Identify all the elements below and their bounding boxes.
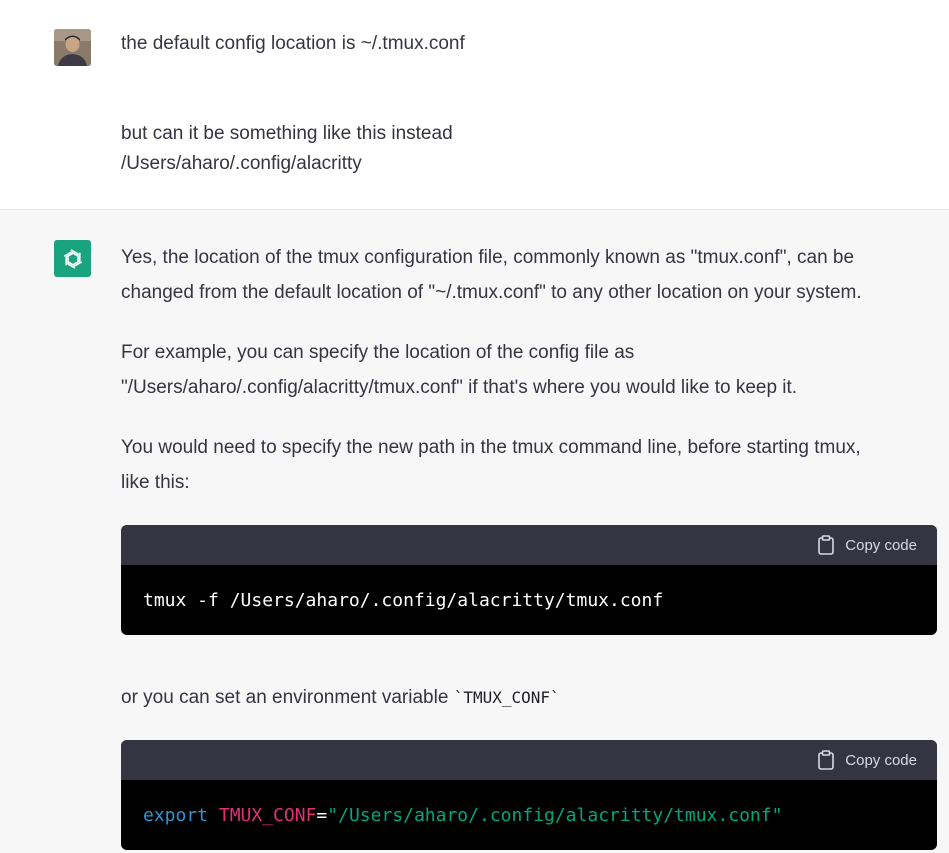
text-line: You would need to specify the new path i… <box>121 437 861 458</box>
copy-code-label: Copy code <box>845 751 917 769</box>
text-line: like this: <box>121 472 190 493</box>
assistant-paragraph: or you can set an environment variable `… <box>121 680 933 715</box>
text-line: For example, you can specify the locatio… <box>121 342 635 363</box>
assistant-paragraph: You would need to specify the new path i… <box>121 430 933 500</box>
code-block-header: Copy code <box>121 740 937 780</box>
copy-code-button[interactable]: Copy code <box>817 535 917 555</box>
code-content: export TMUX_CONF = "/Users/aharo/.config/a… <box>121 780 937 850</box>
user-message-line: but can it be something like this instea… <box>121 123 453 144</box>
code-block: Copy code export TMUX_CONF = "/Users/aharo… <box>121 740 937 850</box>
code-operator: = <box>316 804 328 826</box>
text-line: Yes, the location of the tmux configurat… <box>121 247 855 268</box>
text-line: changed from the default location of "~/… <box>121 282 862 303</box>
code-block-header: Copy code <box>121 525 937 565</box>
user-message: the default config location is ~/.tmux.c… <box>0 0 949 210</box>
text-line: "/Users/aharo/.config/alacritty/tmux.con… <box>121 377 798 398</box>
copy-code-button[interactable]: Copy code <box>817 750 917 770</box>
code-string: "/Users/aharo/.config/alacritty/tmux.con… <box>327 804 783 826</box>
user-avatar <box>54 29 91 66</box>
code-keyword: export <box>143 804 209 826</box>
text-line: or you can set an environment variable <box>121 687 454 708</box>
assistant-message: Yes, the location of the tmux configurat… <box>0 210 949 853</box>
clipboard-icon <box>818 750 835 770</box>
openai-logo-icon <box>54 240 91 277</box>
code-variable: TMUX_CONF <box>218 804 317 826</box>
user-message-line: the default config location is ~/.tmux.c… <box>121 33 465 54</box>
inline-code: `TMUX_CONF` <box>453 688 560 707</box>
clipboard-icon <box>818 535 835 555</box>
code-content: tmux -f /Users/aharo/.config/alacritty/t… <box>143 589 664 611</box>
assistant-paragraph: For example, you can specify the locatio… <box>121 335 933 405</box>
assistant-paragraph: Yes, the location of the tmux configurat… <box>121 240 933 310</box>
copy-code-label: Copy code <box>845 536 917 554</box>
user-message-line: /Users/aharo/.config/alacritty <box>121 153 362 174</box>
code-block: Copy code tmux -f /Users/aharo/.config/a… <box>121 525 937 635</box>
